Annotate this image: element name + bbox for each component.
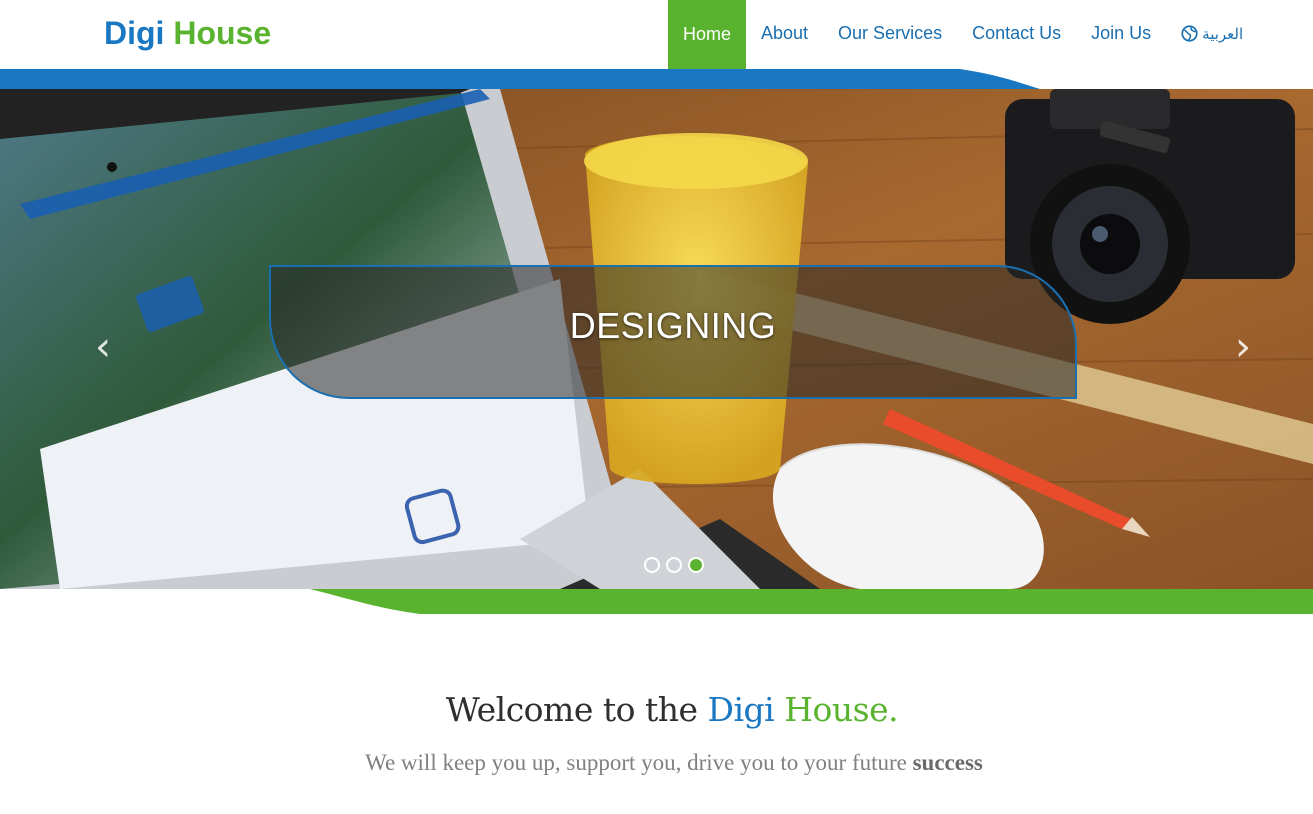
- carousel-indicators: [644, 557, 704, 573]
- chevron-right-icon[interactable]: ›: [1228, 327, 1258, 367]
- globe-icon: [1181, 25, 1198, 42]
- welcome-subtitle-main: We will keep you up, support you, drive …: [365, 750, 907, 775]
- welcome-digi: Digi: [707, 690, 775, 729]
- welcome-heading: Welcome to the Digi House.: [0, 690, 1313, 729]
- nav-join-us[interactable]: Join Us: [1076, 0, 1166, 69]
- logo-part2: House: [173, 15, 272, 51]
- carousel-indicator-1[interactable]: [644, 557, 660, 573]
- welcome-house: House.: [784, 690, 899, 729]
- main-nav: Home About Our Services Contact Us Join …: [668, 0, 1258, 69]
- logo-part1: Digi: [104, 15, 165, 51]
- nav-home[interactable]: Home: [668, 0, 746, 69]
- welcome-prefix: Welcome to the: [445, 690, 698, 729]
- carousel-caption: DESIGNING: [269, 265, 1077, 399]
- chevron-left-icon[interactable]: ‹: [88, 327, 118, 367]
- language-label: العربية: [1202, 25, 1244, 43]
- welcome-subtitle-bold: success: [912, 750, 983, 775]
- carousel-caption-text: DESIGNING: [569, 305, 777, 346]
- site-header: Digi House Home About Our Services Conta…: [0, 0, 1313, 69]
- nav-language-switch[interactable]: العربية: [1166, 0, 1258, 69]
- nav-about[interactable]: About: [746, 0, 823, 69]
- carousel-indicator-3[interactable]: [688, 557, 704, 573]
- nav-contact-us[interactable]: Contact Us: [957, 0, 1076, 69]
- logo[interactable]: Digi House: [104, 14, 271, 52]
- carousel-indicator-2[interactable]: [666, 557, 682, 573]
- nav-our-services[interactable]: Our Services: [823, 0, 957, 69]
- hero-carousel: DESIGNING ‹ ›: [0, 69, 1313, 614]
- welcome-subtitle: We will keep you up, support you, drive …: [0, 750, 1313, 776]
